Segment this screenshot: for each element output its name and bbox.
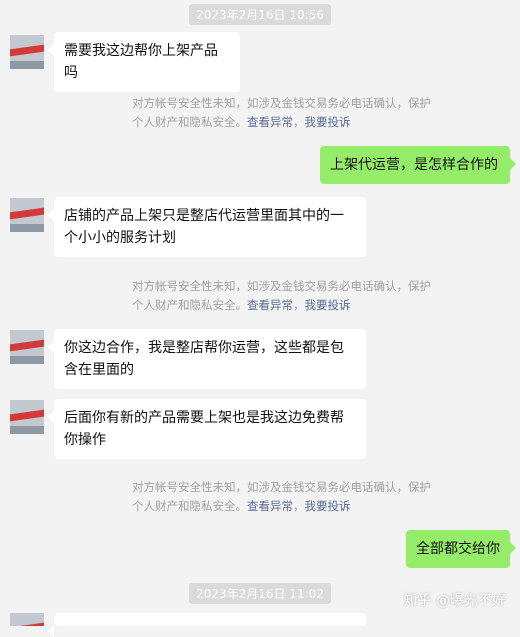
contact-avatar[interactable]	[10, 400, 44, 434]
security-notice: 对方帐号安全性未知，如涉及金钱交易务必电话确认，保护个人财产和隐私安全。查看异常…	[132, 478, 432, 516]
view-anomaly-link[interactable]: 查看异常	[247, 115, 293, 129]
contact-avatar[interactable]	[10, 613, 44, 626]
security-notice: 对方帐号安全性未知，如涉及金钱交易务必电话确认，保护个人财产和隐私安全。查看异常…	[132, 277, 432, 315]
incoming-message-bubble-partial[interactable]	[48, 613, 366, 637]
notice-separator: ，	[293, 499, 305, 513]
contact-avatar[interactable]	[10, 330, 44, 364]
view-anomaly-link[interactable]: 查看异常	[247, 298, 293, 312]
report-complaint-link[interactable]: 我要投诉	[305, 298, 351, 312]
notice-separator: ，	[293, 115, 305, 129]
incoming-message-bubble[interactable]: 需要我这边帮你上架产品吗	[48, 32, 240, 92]
avatar-flag-icon	[10, 207, 44, 220]
timestamp: 2023年2月16日 11:02	[189, 583, 331, 604]
report-complaint-link[interactable]: 我要投诉	[305, 499, 351, 513]
outgoing-message-bubble[interactable]: 全部都交给你	[406, 530, 516, 568]
outgoing-message-bubble[interactable]: 上架代运营，是怎样合作的	[320, 146, 516, 184]
notice-separator: ，	[293, 298, 305, 312]
avatar-flag-icon	[10, 339, 44, 352]
incoming-message-bubble[interactable]: 后面你有新的产品需要上架也是我这边免费帮你操作	[48, 399, 366, 459]
report-complaint-link[interactable]: 我要投诉	[305, 115, 351, 129]
contact-avatar[interactable]	[10, 198, 44, 232]
view-anomaly-link[interactable]: 查看异常	[247, 499, 293, 513]
contact-avatar[interactable]	[10, 35, 44, 69]
security-notice: 对方帐号安全性未知，如涉及金钱交易务必电话确认，保护个人财产和隐私安全。查看异常…	[132, 94, 432, 132]
avatar-flag-icon	[10, 622, 44, 626]
avatar-flag-icon	[10, 44, 44, 57]
timestamp: 2023年2月16日 10:56	[189, 4, 331, 25]
incoming-message-bubble[interactable]: 你这边合作，我是整店帮你运营，这些都是包含在里面的	[48, 329, 366, 389]
incoming-message-bubble[interactable]: 店铺的产品上架只是整店代运营里面其中的一个小小的服务计划	[48, 197, 366, 257]
avatar-flag-icon	[10, 409, 44, 422]
watermark: 知乎 @曝光不好	[403, 593, 506, 609]
